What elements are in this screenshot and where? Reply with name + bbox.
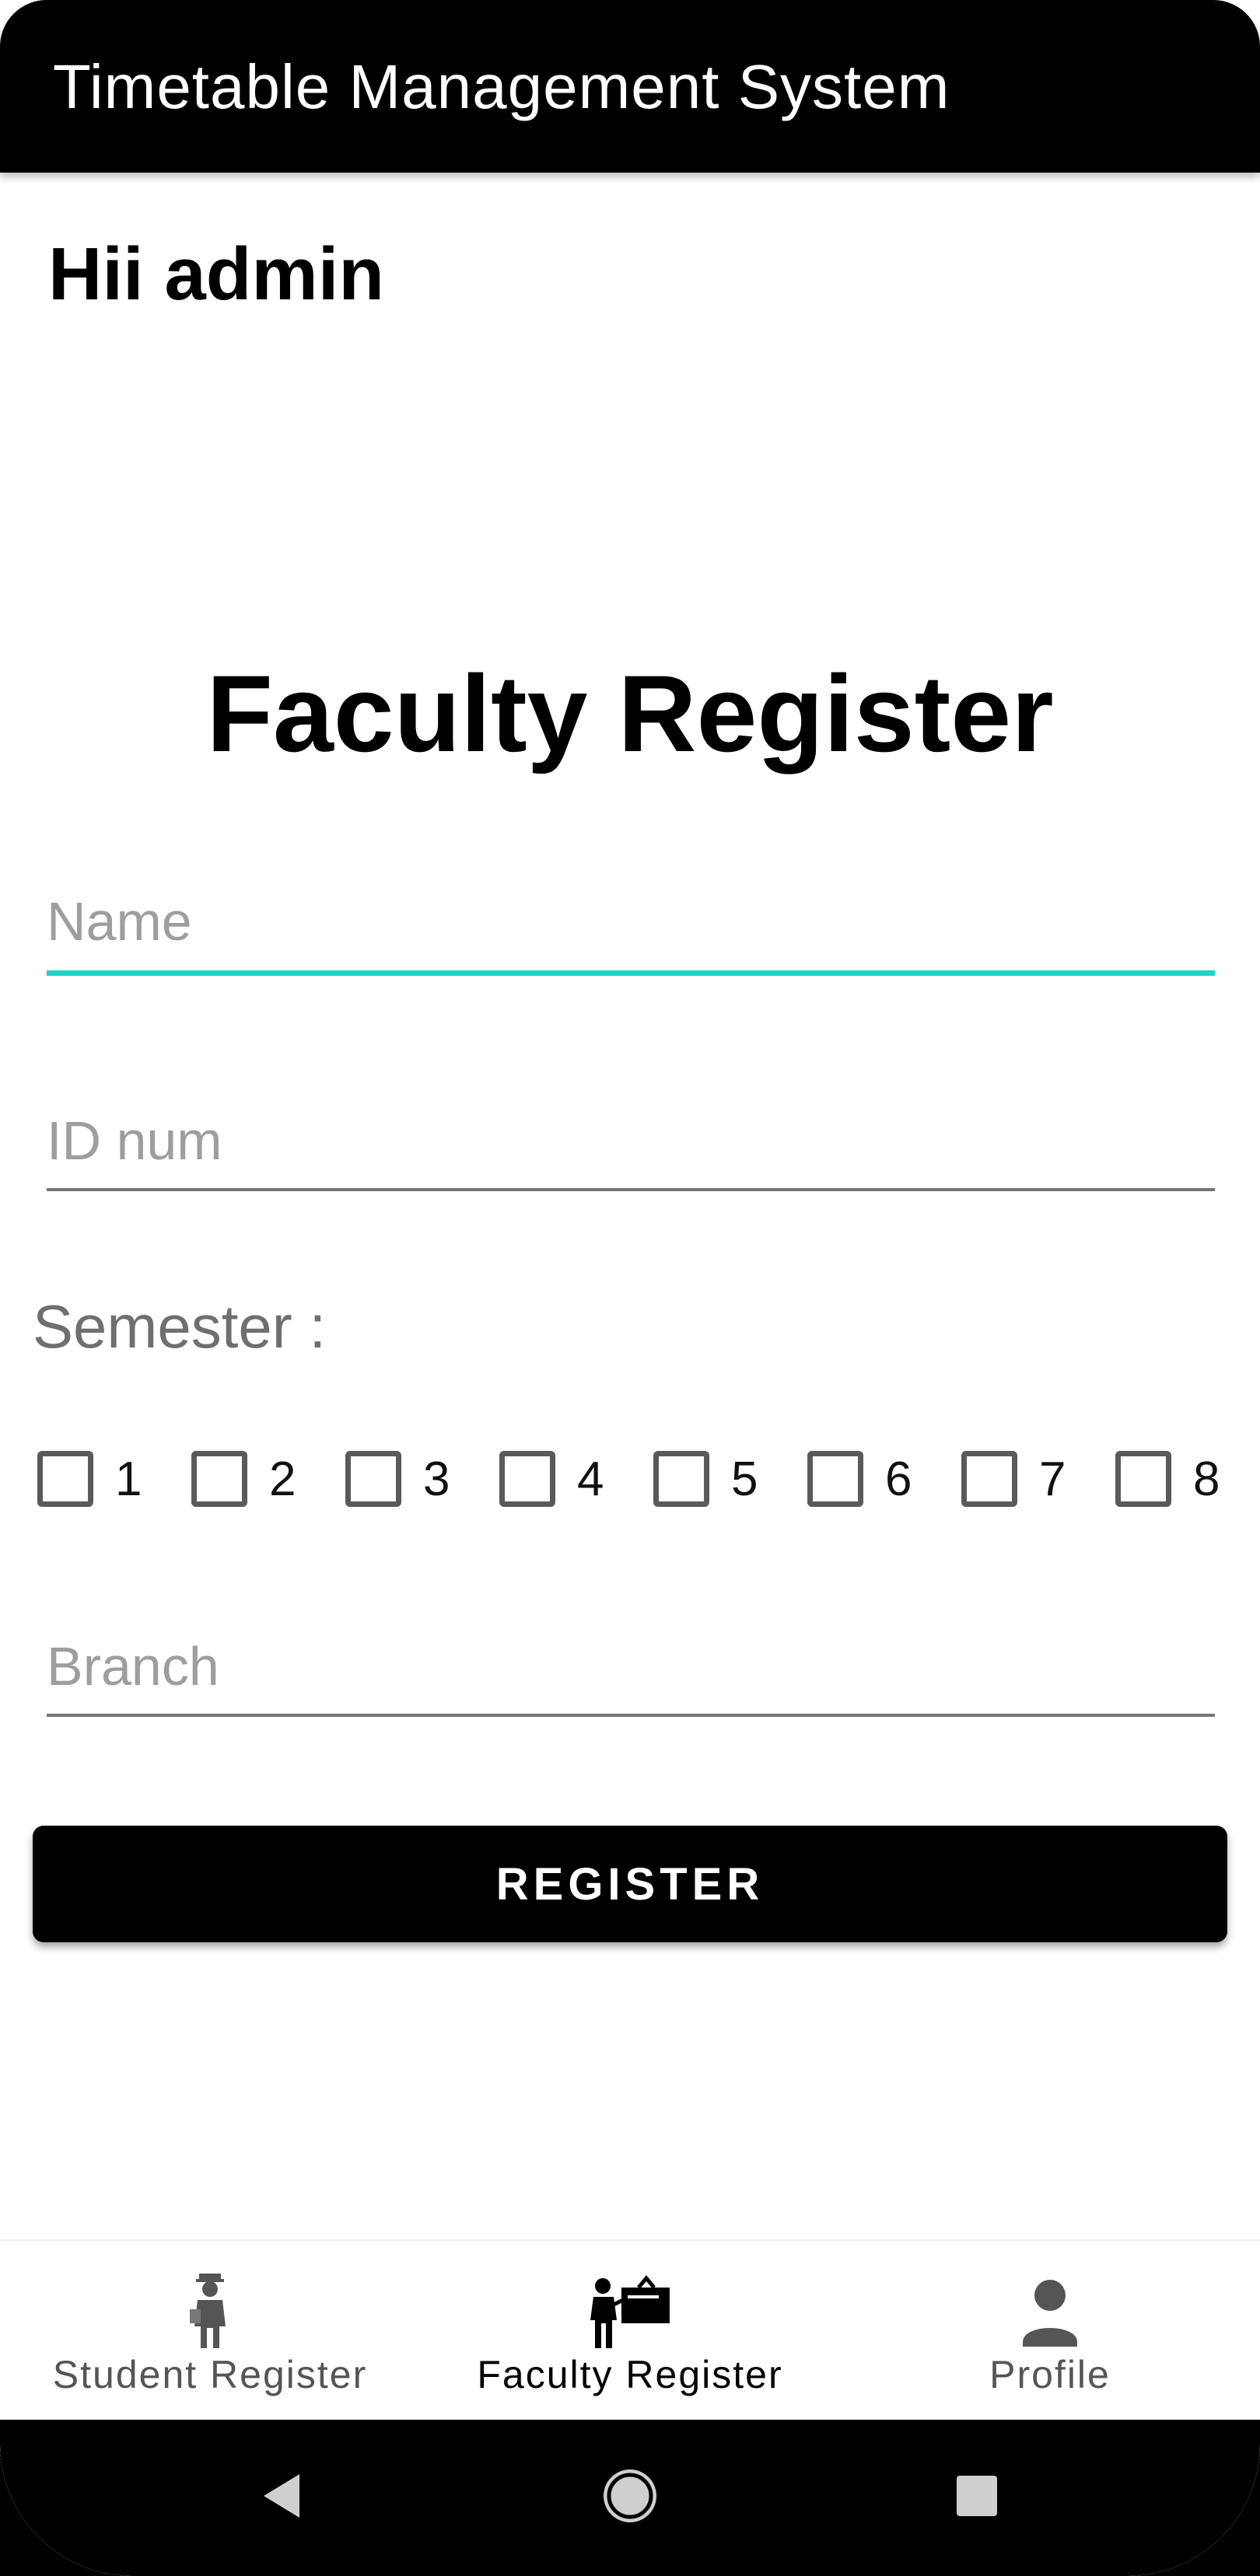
bottom-navigation: Student Register Faculty Register Profil…: [0, 2239, 1260, 2420]
semester-option-5[interactable]: 5: [653, 1440, 758, 1518]
branch-input-underline: [47, 1714, 1215, 1717]
nav-label-faculty-register: Faculty Register: [477, 2353, 783, 2396]
semester-option-label: 1: [115, 1452, 142, 1506]
id-num-input[interactable]: [47, 1098, 1215, 1183]
semester-option-label: 7: [1039, 1452, 1066, 1506]
person-icon: [1015, 2272, 1085, 2354]
nav-label-student-register: Student Register: [52, 2353, 368, 2396]
checkbox-icon[interactable]: [653, 1451, 709, 1507]
name-input-underline: [47, 970, 1215, 976]
name-input[interactable]: [47, 879, 1215, 964]
semester-option-label: 3: [423, 1452, 450, 1506]
app-title: Timetable Management System: [53, 52, 950, 121]
back-triangle-icon: [259, 2471, 306, 2525]
teacher-icon: [587, 2272, 673, 2354]
recents-square-icon: [955, 2474, 999, 2522]
id-num-input-underline: [47, 1188, 1215, 1191]
semester-option-label: 4: [577, 1452, 604, 1506]
home-circle-icon: [599, 2465, 661, 2531]
nav-item-faculty-register[interactable]: Faculty Register: [420, 2241, 840, 2421]
semester-option-6[interactable]: 6: [807, 1440, 912, 1518]
nav-item-profile[interactable]: Profile: [840, 2241, 1260, 2421]
semester-option-7[interactable]: 7: [961, 1440, 1066, 1518]
system-home-button[interactable]: [568, 2420, 692, 2576]
semester-option-2[interactable]: 2: [191, 1440, 296, 1518]
semester-option-4[interactable]: 4: [499, 1440, 604, 1518]
checkbox-icon[interactable]: [1115, 1451, 1171, 1507]
semester-option-label: 5: [731, 1452, 758, 1506]
student-icon: [179, 2272, 241, 2354]
screen: Timetable Management System Hii admin Fa…: [0, 0, 1260, 2576]
semester-option-8[interactable]: 8: [1115, 1440, 1220, 1518]
branch-input[interactable]: [47, 1624, 1215, 1709]
greeting-text: Hii admin: [48, 232, 385, 316]
system-back-button[interactable]: [220, 2420, 345, 2576]
semester-option-label: 2: [269, 1452, 296, 1506]
nav-item-student-register[interactable]: Student Register: [0, 2241, 420, 2421]
semester-option-label: 6: [885, 1452, 912, 1506]
app-bar: Timetable Management System: [0, 0, 1260, 173]
checkbox-icon[interactable]: [191, 1451, 247, 1507]
semester-checkbox-row: 1 2 3 4 5 6 7 8: [0, 1440, 1260, 1518]
system-navigation-bar: [0, 2420, 1260, 2576]
system-recents-button[interactable]: [915, 2420, 1039, 2576]
checkbox-icon[interactable]: [37, 1451, 93, 1507]
semester-option-3[interactable]: 3: [345, 1440, 450, 1518]
semester-option-label: 8: [1193, 1452, 1220, 1506]
nav-label-profile: Profile: [989, 2353, 1111, 2396]
register-button[interactable]: REGISTER: [33, 1826, 1227, 1942]
checkbox-icon[interactable]: [345, 1451, 401, 1507]
semester-label: Semester :: [33, 1292, 327, 1361]
checkbox-icon[interactable]: [807, 1451, 863, 1507]
checkbox-icon[interactable]: [961, 1451, 1017, 1507]
semester-option-1[interactable]: 1: [37, 1440, 142, 1518]
page-title: Faculty Register: [206, 652, 1054, 774]
checkbox-icon[interactable]: [499, 1451, 555, 1507]
